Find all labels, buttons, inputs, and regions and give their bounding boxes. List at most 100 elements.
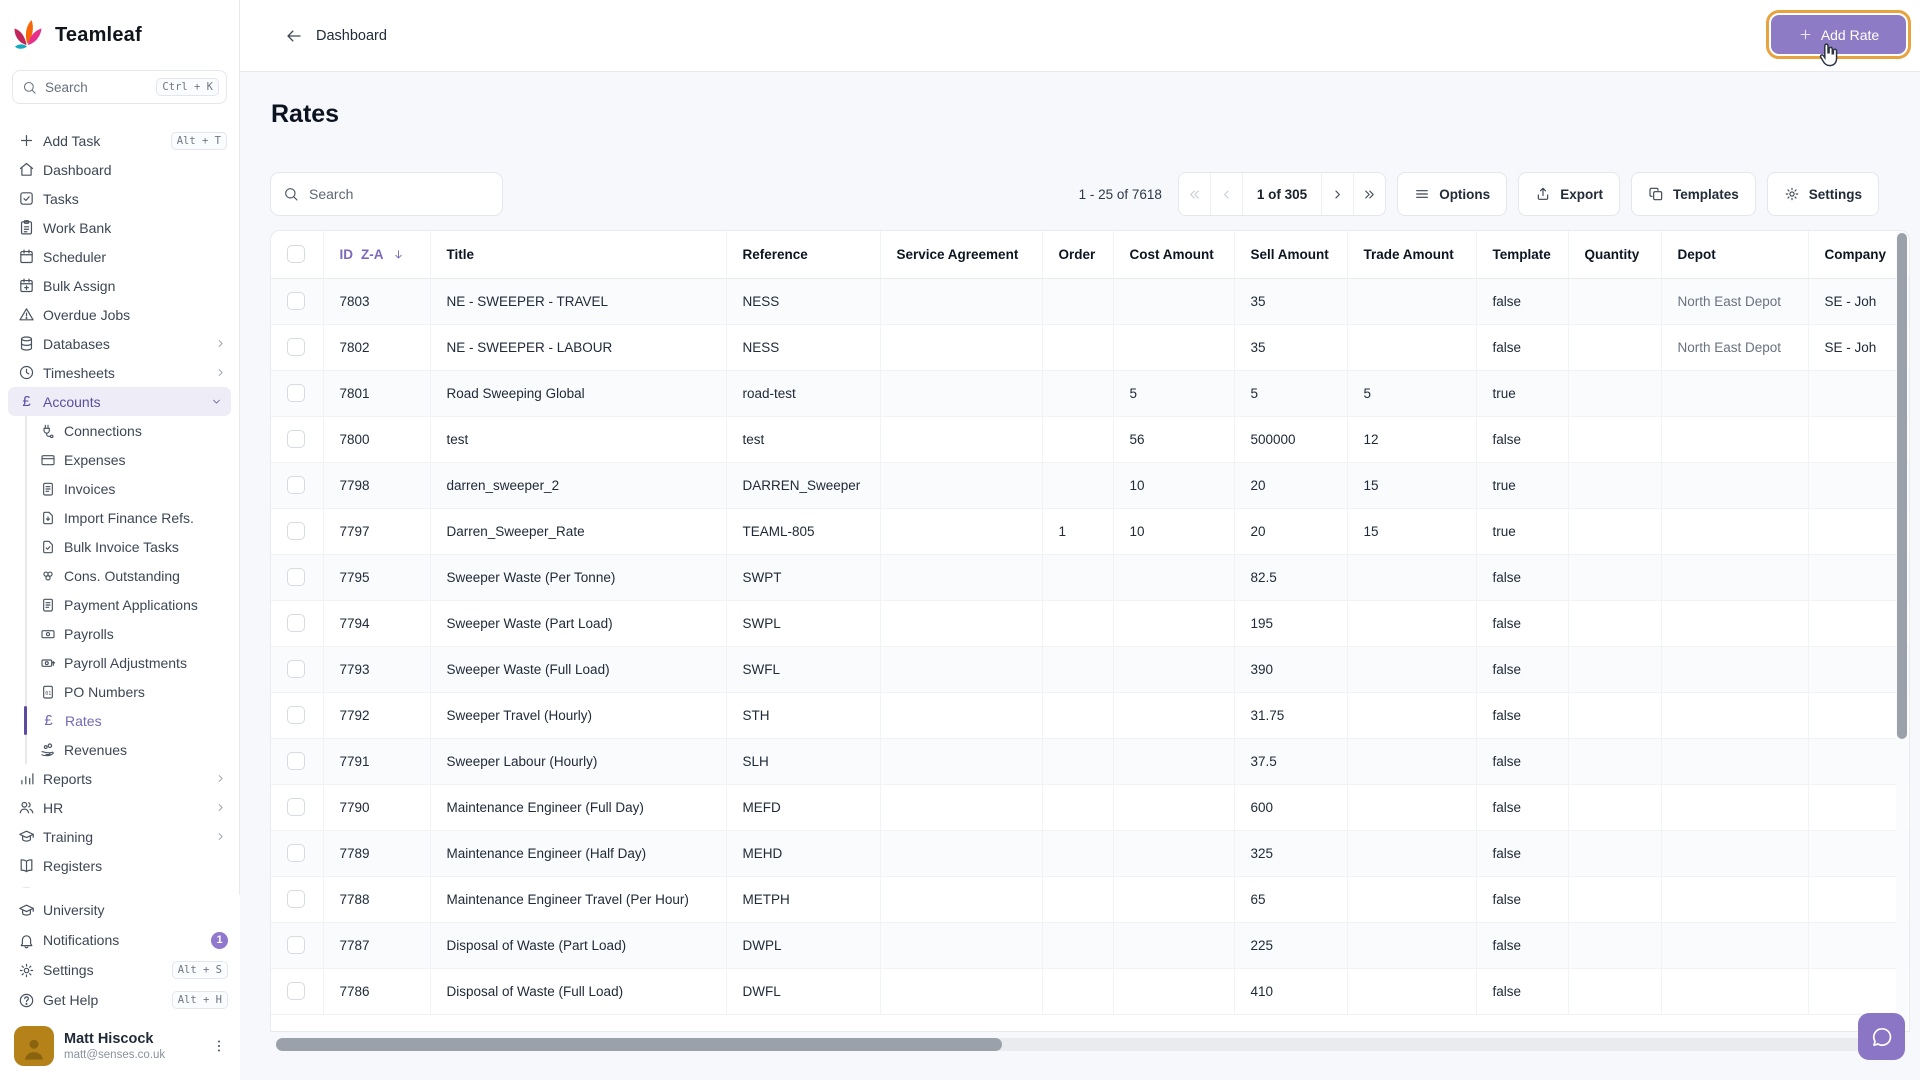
sidebar-item-work-bank[interactable]: Work Bank [0,213,239,242]
table-row-7788[interactable]: 7788Maintenance Engineer Travel (Per Hou… [271,876,1910,922]
sidebar-item-registers[interactable]: Registers [0,851,239,880]
vertical-scrollbar[interactable] [1896,232,1908,1032]
sidebar-item-expenses[interactable]: Expenses [0,445,239,474]
chat-button[interactable] [1858,1013,1905,1060]
table-row-7790[interactable]: 7790Maintenance Engineer (Full Day)MEFD6… [271,784,1910,830]
row-checkbox[interactable] [287,982,305,1000]
sidebar-item-po-numbers[interactable]: 01PO Numbers [0,677,239,706]
column-header-service-agreement[interactable]: Service Agreement [880,231,1042,278]
last-page-button[interactable] [1354,173,1385,215]
row-checkbox[interactable] [287,890,305,908]
sidebar-item-accounts[interactable]: £Accounts [8,387,231,416]
table-row-7800[interactable]: 7800testtest5650000012false [271,416,1910,462]
row-checkbox[interactable] [287,476,305,494]
sidebar-search-input[interactable]: Search Ctrl + K [12,70,227,104]
sidebar-item-training[interactable]: Training [0,822,239,851]
table-row-7793[interactable]: 7793Sweeper Waste (Full Load)SWFL390fals… [271,646,1910,692]
sidebar-item-clipped[interactable] [0,880,239,888]
column-header-company[interactable]: Company [1808,231,1910,278]
row-checkbox[interactable] [287,706,305,724]
options-button[interactable]: Options [1397,172,1507,216]
column-header-title[interactable]: Title [430,231,726,278]
table-row-7801[interactable]: 7801Road Sweeping Globalroad-test555true [271,370,1910,416]
sidebar-item-cons-outstanding[interactable]: Cons. Outstanding [0,561,239,590]
column-header-depot[interactable]: Depot [1661,231,1808,278]
column-label: Template [1493,247,1551,262]
row-checkbox[interactable] [287,752,305,770]
sidebar-item-add-task[interactable]: Add TaskAlt + T [0,126,239,155]
sidebar-item-rates[interactable]: £Rates [0,706,239,735]
table-row-7791[interactable]: 7791Sweeper Labour (Hourly)SLH37.5false [271,738,1910,784]
column-header-id[interactable]: IDZ-A [323,231,430,278]
row-checkbox[interactable] [287,568,305,586]
column-header-reference[interactable]: Reference [726,231,880,278]
export-button[interactable]: Export [1518,172,1620,216]
table-search-input[interactable]: Search [270,172,503,216]
sidebar-item-hr[interactable]: HR [0,793,239,822]
horizontal-scrollbar[interactable] [276,1038,1892,1051]
sidebar-item-revenues[interactable]: Revenues [0,735,239,764]
row-checkbox[interactable] [287,384,305,402]
kebab-menu-icon[interactable] [210,1037,228,1055]
sidebar-item-invoices[interactable]: Invoices [0,474,239,503]
column-header-cost-amount[interactable]: Cost Amount [1113,231,1234,278]
sidebar-item-scheduler[interactable]: Scheduler [0,242,239,271]
sidebar-item-university[interactable]: University [0,895,240,925]
row-checkbox[interactable] [287,936,305,954]
first-page-button[interactable] [1179,173,1211,215]
row-checkbox[interactable] [287,844,305,862]
breadcrumb-back[interactable]: Dashboard [285,27,387,45]
prev-page-button[interactable] [1211,173,1243,215]
horizontal-scrollbar-thumb[interactable] [276,1038,1002,1051]
row-checkbox[interactable] [287,660,305,678]
select-all-checkbox[interactable] [287,245,305,263]
column-header-quantity[interactable]: Quantity [1568,231,1661,278]
table-row-7797[interactable]: 7797Darren_Sweeper_RateTEAML-8051102015t… [271,508,1910,554]
column-header-trade-amount[interactable]: Trade Amount [1347,231,1476,278]
row-checkbox[interactable] [287,798,305,816]
table-row-7798[interactable]: 7798darren_sweeper_2DARREN_Sweeper102015… [271,462,1910,508]
user-profile[interactable]: Matt Hiscock matt@senses.co.uk [0,1020,240,1076]
row-checkbox[interactable] [287,338,305,356]
sidebar-item-label: Get Help [43,992,164,1008]
next-page-button[interactable] [1322,173,1354,215]
row-checkbox[interactable] [287,292,305,310]
table-row-7802[interactable]: 7802NE - SWEEPER - LABOURNESS35falseNort… [271,324,1910,370]
table-row-7803[interactable]: 7803NE - SWEEPER - TRAVELNESS35falseNort… [271,278,1910,324]
sidebar-item-reports[interactable]: Reports [0,764,239,793]
row-checkbox[interactable] [287,522,305,540]
sidebar-item-import-finance-refs[interactable]: Import Finance Refs. [0,503,239,532]
row-checkbox[interactable] [287,430,305,448]
cell-title: Maintenance Engineer (Half Day) [430,830,726,876]
table-row-7786[interactable]: 7786Disposal of Waste (Full Load)DWFL410… [271,968,1910,1014]
sidebar-item-tasks[interactable]: Tasks [0,184,239,213]
card-icon [40,452,56,468]
sidebar-item-payment-applications[interactable]: Payment Applications [0,590,239,619]
button-label: Options [1439,187,1490,202]
settings-button[interactable]: Settings [1767,172,1879,216]
sidebar-item-connections[interactable]: Connections [0,416,239,445]
sidebar-item-databases[interactable]: Databases [0,329,239,358]
sidebar-item-settings[interactable]: SettingsAlt + S [0,955,240,985]
sidebar-item-overdue-jobs[interactable]: Overdue Jobs [0,300,239,329]
sidebar-item-bulk-invoice-tasks[interactable]: Bulk Invoice Tasks [0,532,239,561]
column-header-sell-amount[interactable]: Sell Amount [1234,231,1347,278]
sidebar-item-payrolls[interactable]: Payrolls [0,619,239,648]
table-row-7789[interactable]: 7789Maintenance Engineer (Half Day)MEHD3… [271,830,1910,876]
table-row-7795[interactable]: 7795Sweeper Waste (Per Tonne)SWPT82.5fal… [271,554,1910,600]
sidebar-item-payroll-adjustments[interactable]: Payroll Adjustments [0,648,239,677]
column-header-order[interactable]: Order [1042,231,1113,278]
table-row-7787[interactable]: 7787Disposal of Waste (Part Load)DWPL225… [271,922,1910,968]
vertical-scrollbar-thumb[interactable] [1897,233,1907,739]
cell-reference: DWFL [726,968,880,1014]
sidebar-item-dashboard[interactable]: Dashboard [0,155,239,184]
sidebar-item-timesheets[interactable]: Timesheets [0,358,239,387]
templates-button[interactable]: Templates [1631,172,1756,216]
column-header-template[interactable]: Template [1476,231,1568,278]
row-checkbox[interactable] [287,614,305,632]
sidebar-item-bulk-assign[interactable]: Bulk Assign [0,271,239,300]
table-row-7792[interactable]: 7792Sweeper Travel (Hourly)STH31.75false [271,692,1910,738]
sidebar-item-get-help[interactable]: Get HelpAlt + H [0,985,240,1015]
table-row-7794[interactable]: 7794Sweeper Waste (Part Load)SWPL195fals… [271,600,1910,646]
sidebar-item-notifications[interactable]: Notifications1 [0,925,240,955]
